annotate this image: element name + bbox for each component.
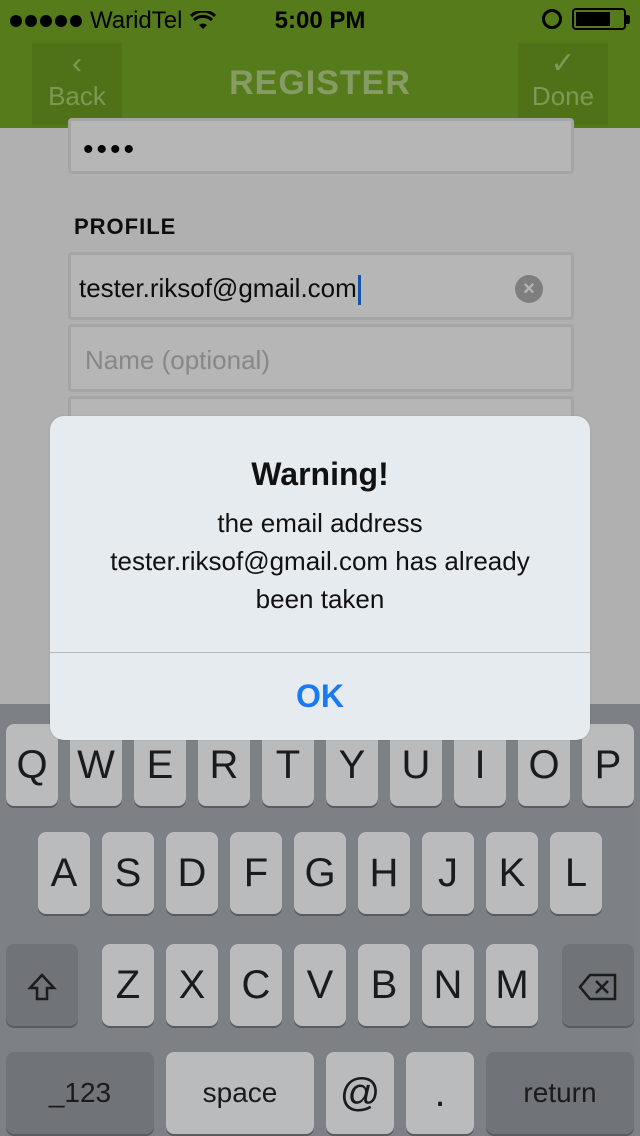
ok-button[interactable]: OK — [50, 653, 590, 740]
alert-title: Warning! — [251, 456, 389, 492]
warning-alert: Warning! the email address tester.riksof… — [50, 416, 590, 740]
alert-message: the email address tester.riksof@gmail.co… — [110, 508, 530, 614]
